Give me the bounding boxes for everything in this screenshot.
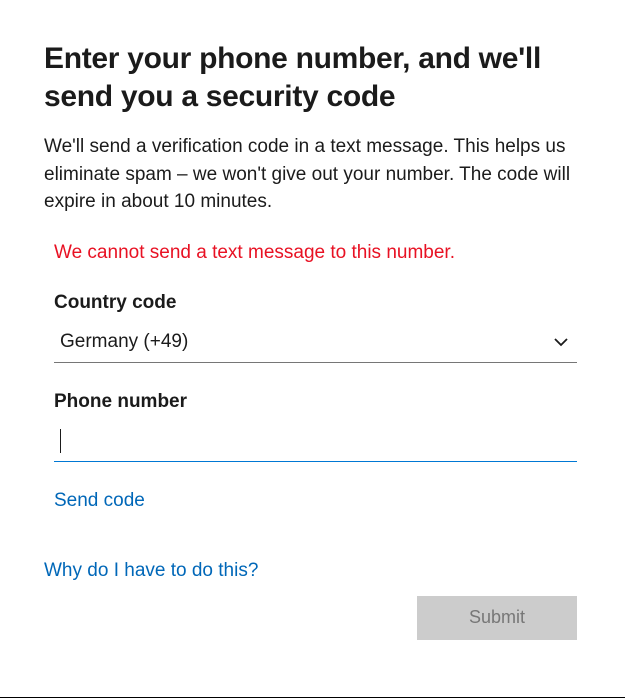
country-code-field: Country code Germany (+49): [44, 292, 581, 363]
bottom-divider: [0, 697, 625, 698]
country-code-label: Country code: [54, 292, 577, 314]
error-message: We cannot send a text message to this nu…: [44, 242, 581, 264]
why-do-this-link[interactable]: Why do I have to do this?: [44, 560, 258, 582]
phone-number-input-wrap[interactable]: [54, 421, 577, 462]
phone-number-label: Phone number: [54, 391, 577, 413]
phone-number-input[interactable]: [54, 430, 577, 452]
send-code-link[interactable]: Send code: [54, 490, 145, 512]
chevron-down-icon: [545, 334, 577, 350]
page-subtitle: We'll send a verification code in a text…: [44, 133, 581, 216]
phone-number-field: Phone number: [44, 391, 581, 462]
submit-button[interactable]: Submit: [417, 596, 577, 640]
page-title: Enter your phone number, and we'll send …: [44, 40, 581, 115]
country-code-selected-value: Germany (+49): [54, 331, 545, 353]
country-code-select[interactable]: Germany (+49): [54, 322, 577, 363]
text-caret: [60, 429, 61, 453]
